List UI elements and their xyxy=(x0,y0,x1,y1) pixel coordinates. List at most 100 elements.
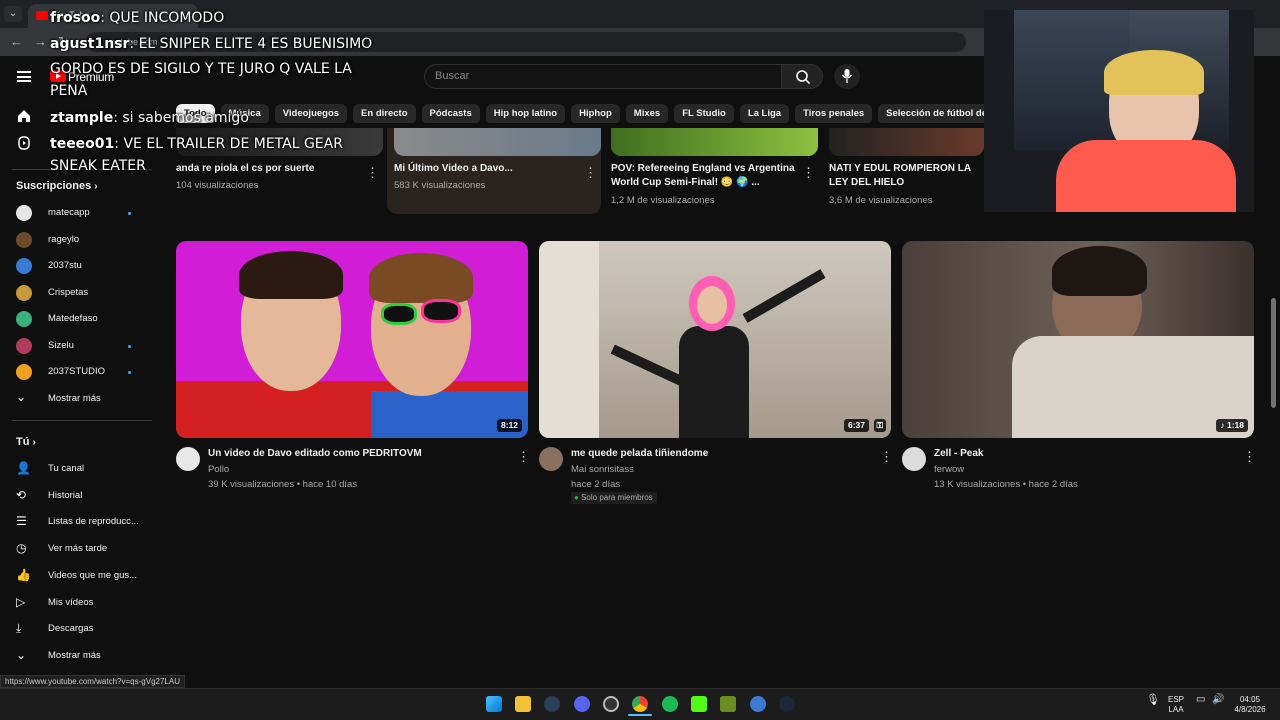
filter-chip[interactable]: Selección de fútbol de Argentina xyxy=(878,104,984,123)
thumbnail-person xyxy=(679,326,749,438)
video-thumbnail[interactable] xyxy=(611,128,818,156)
sidebar-subscription-item[interactable]: rageylo xyxy=(0,227,154,253)
app-icon[interactable] xyxy=(750,696,766,712)
channel-avatar[interactable] xyxy=(902,447,926,471)
app-icon[interactable] xyxy=(720,696,736,712)
video-title[interactable]: NATI Y EDUL ROMPIERON LA LEY DEL HIELO xyxy=(829,162,989,192)
kick-icon[interactable] xyxy=(691,696,707,712)
video-meta: hace 2 días xyxy=(571,479,621,490)
active-app-indicator xyxy=(628,714,652,716)
file-explorer-icon[interactable] xyxy=(515,696,531,712)
chrome-icon[interactable] xyxy=(632,696,648,712)
members-only-badge: ● Solo para miembros xyxy=(571,492,657,504)
more-options-icon[interactable] xyxy=(802,165,815,181)
windows-start-icon[interactable] xyxy=(486,696,502,712)
filter-chip[interactable]: Tiros penales xyxy=(795,104,873,123)
avatar xyxy=(16,258,32,274)
subscriptions-heading[interactable]: Suscripciones › xyxy=(16,180,98,192)
filter-chip[interactable]: La Liga xyxy=(739,104,790,123)
channel-name[interactable]: Pollo xyxy=(208,464,229,475)
home-icon[interactable] xyxy=(16,108,32,124)
video-title[interactable]: me quede pelada tiñiendome xyxy=(571,447,708,461)
chat-text: SNEAK EATER xyxy=(50,158,146,174)
clock[interactable]: 04:05 4/8/2026 xyxy=(1230,695,1270,715)
video-thumbnail[interactable]: ♪ 1:18 xyxy=(902,241,1254,438)
video-title[interactable]: Zell - Peak xyxy=(934,447,983,461)
network-icon[interactable]: ▭ xyxy=(1196,695,1205,705)
spotify-icon[interactable] xyxy=(662,696,678,712)
sidebar-subscription-item[interactable]: Crispetas xyxy=(0,280,154,306)
sidebar-you-item[interactable]: ☰ Listas de reproducc... xyxy=(0,509,154,535)
video-title[interactable]: Mi Último Video a Davo... xyxy=(394,162,574,176)
steam-icon[interactable] xyxy=(544,696,560,712)
avatar xyxy=(16,311,32,327)
sidebar-you-item[interactable]: ◷ Ver más tarde xyxy=(0,536,154,562)
subscription-name: Sizelu xyxy=(48,339,74,351)
volume-icon[interactable]: 🔊 xyxy=(1212,695,1224,705)
sidebar-you-item[interactable]: ⌄ Mostrar más xyxy=(0,643,154,669)
new-content-dot xyxy=(128,212,131,215)
filter-chip[interactable]: FL Studio xyxy=(674,104,734,123)
forward-icon[interactable]: → xyxy=(34,34,47,49)
avatar xyxy=(16,205,32,221)
video-thumbnail[interactable] xyxy=(394,128,601,156)
video-meta: 3,6 M de visualizaciones xyxy=(829,195,933,206)
video-thumbnail[interactable] xyxy=(829,128,984,156)
sidebar-you-item[interactable]: ⤓ Descargas xyxy=(0,616,154,642)
filter-chip[interactable]: Pódcasts xyxy=(421,104,480,123)
video-meta: 1,2 M de visualizaciones xyxy=(611,195,715,206)
chat-message: GORDO ES DE SIGILO Y TE JURO Q VALE LA xyxy=(50,61,352,77)
channel-avatar[interactable] xyxy=(176,447,200,471)
language-indicator[interactable]: ESP LAA xyxy=(1168,695,1184,715)
video-title[interactable]: Un video de Davo editado como PEDRITOVM xyxy=(208,447,422,461)
video-meta: 39 K visualizaciones • hace 10 días xyxy=(208,479,358,490)
chat-username: teeeo01 xyxy=(50,136,115,152)
more-options-icon[interactable] xyxy=(584,165,597,181)
page-scrollbar[interactable] xyxy=(1271,298,1276,408)
search-input[interactable]: Buscar xyxy=(424,64,782,89)
sidebar-subscription-item[interactable]: 2037stu xyxy=(0,253,154,279)
subscription-name: matecapp xyxy=(48,207,90,218)
sidebar-you-item[interactable]: 👤 Tu canal xyxy=(0,456,154,482)
filter-chip[interactable]: Hip hop latino xyxy=(485,104,566,123)
more-options-icon[interactable] xyxy=(1243,449,1256,465)
you-heading[interactable]: Tú › xyxy=(16,436,36,448)
sidebar-subscription-item[interactable]: Sizelu xyxy=(0,333,154,359)
steam-icon[interactable] xyxy=(779,696,795,712)
video-title[interactable]: POV: Refereeing England vs Argentina Wor… xyxy=(611,162,801,190)
sidebar-you-item[interactable]: ⟲ Historial xyxy=(0,483,154,509)
more-options-icon[interactable] xyxy=(880,449,893,465)
filter-chip[interactable]: Hiphop xyxy=(571,104,620,123)
microphone-tray-icon[interactable]: 🎙 xyxy=(1146,695,1160,706)
discord-icon[interactable] xyxy=(574,696,590,712)
sidebar-you-item[interactable]: 👍 Videos que me gus... xyxy=(0,563,154,589)
channel-name[interactable]: ferwow xyxy=(934,464,964,475)
sidebar-divider xyxy=(12,420,152,421)
voice-search-button[interactable] xyxy=(834,64,860,89)
sidebar-subscription-item[interactable]: 2037STUDIO xyxy=(0,359,154,385)
chat-message: ztample: si sabemos amigo xyxy=(50,110,249,126)
video-thumbnail[interactable]: 6:37 ⚿ xyxy=(539,241,891,438)
filter-chip[interactable]: Mixes xyxy=(625,104,669,123)
sidebar-you-item[interactable]: ▷ Mis vídeos xyxy=(0,590,154,616)
channel-avatar[interactable] xyxy=(539,447,563,471)
video-thumbnail[interactable]: 8:12 xyxy=(176,241,528,438)
more-options-icon[interactable] xyxy=(517,449,530,465)
video-title[interactable]: anda re piola el cs por suerte xyxy=(176,162,356,176)
search-button[interactable] xyxy=(781,64,823,89)
channel-name[interactable]: Mai sonrisitass xyxy=(571,464,634,475)
menu-icon[interactable] xyxy=(17,71,31,82)
more-options-icon[interactable] xyxy=(366,165,379,181)
shorts-icon[interactable] xyxy=(16,135,32,151)
sidebar-subscription-item[interactable]: matecapp xyxy=(0,200,154,226)
filter-chip[interactable]: Videojuegos xyxy=(274,104,348,123)
thumbnail-hair xyxy=(369,253,473,303)
back-icon[interactable]: ← xyxy=(10,34,23,49)
avatar xyxy=(16,284,32,301)
tab-search-button[interactable]: ⌄ xyxy=(4,6,22,22)
obs-icon[interactable] xyxy=(603,696,619,712)
sidebar-subscription-item[interactable]: Matedefaso xyxy=(0,306,154,332)
thumbnail-hair xyxy=(239,251,343,299)
filter-chip[interactable]: En directo xyxy=(353,104,416,123)
subs-show-more[interactable]: ⌄ Mostrar más xyxy=(0,386,154,412)
